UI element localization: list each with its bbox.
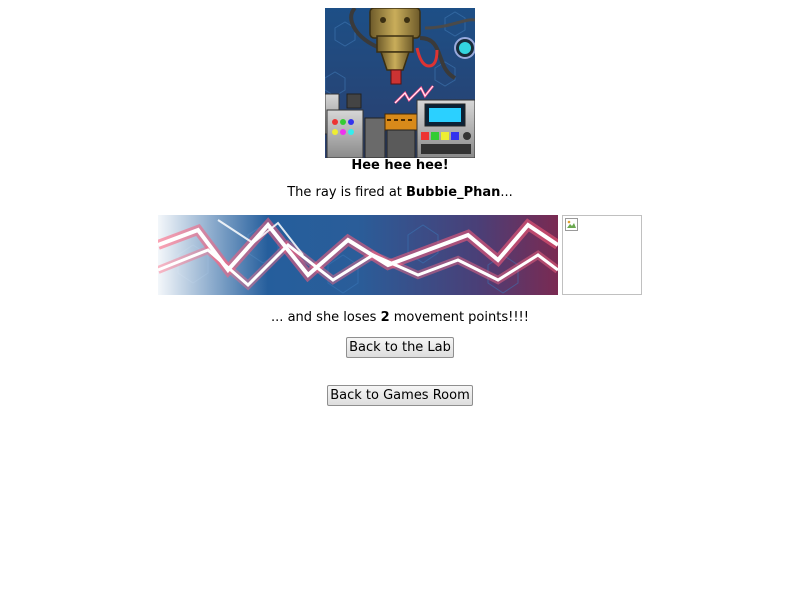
ray-fired-prefix: The ray is fired at [287,185,407,200]
pet-name: Bubbie_Phan [406,185,501,200]
pet-image [562,215,642,295]
broken-image-icon [565,218,578,231]
back-to-lab-button[interactable]: Back to the Lab [346,337,454,358]
lab-ray-result-page: Hee hee hee! The ray is fired at Bubbie_… [0,0,800,600]
ray-blast-image [158,215,558,295]
loss-prefix: ... and she loses [271,310,381,325]
loss-amount: 2 [380,310,390,325]
lab-ray-machine-image [325,8,475,158]
movement-loss-message: ... and she loses 2 movement points!!!! [0,310,800,326]
ray-fired-message: The ray is fired at Bubbie_Phan... [0,185,800,201]
loss-suffix: movement points!!!! [389,310,529,325]
ray-fired-suffix: ... [500,185,513,200]
headline: Hee hee hee! [351,158,449,173]
back-to-games-room-button[interactable]: Back to Games Room [327,385,473,406]
